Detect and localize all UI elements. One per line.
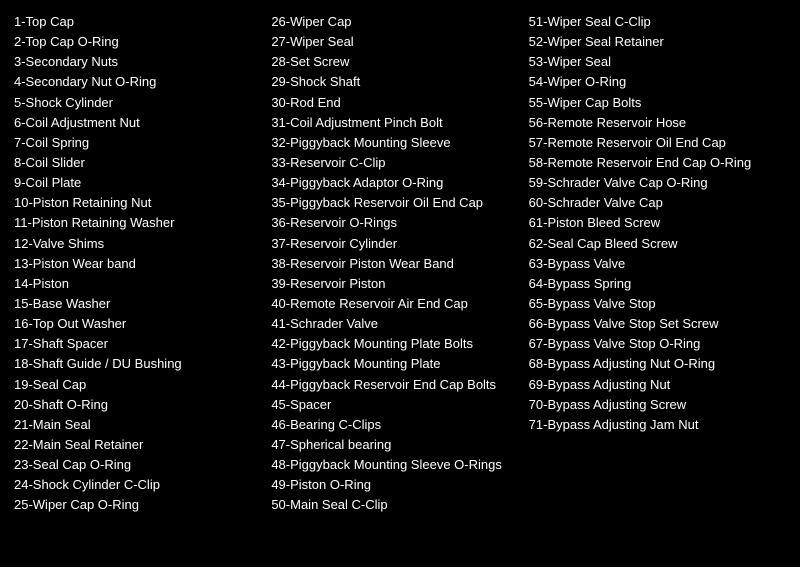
list-item: 42-Piggyback Mounting Plate Bolts <box>271 334 520 354</box>
list-item: 44-Piggyback Reservoir End Cap Bolts <box>271 375 520 395</box>
list-item: 71-Bypass Adjusting Jam Nut <box>529 415 778 435</box>
list-item: 46-Bearing C-Clips <box>271 415 520 435</box>
list-item: 64-Bypass Spring <box>529 274 778 294</box>
list-item: 60-Schrader Valve Cap <box>529 193 778 213</box>
list-item: 43-Piggyback Mounting Plate <box>271 354 520 374</box>
list-item: 41-Schrader Valve <box>271 314 520 334</box>
list-item: 30-Rod End <box>271 93 520 113</box>
list-item: 11-Piston Retaining Washer <box>14 213 263 233</box>
list-item: 1-Top Cap <box>14 12 263 32</box>
list-item: 27-Wiper Seal <box>271 32 520 52</box>
list-item: 3-Secondary Nuts <box>14 52 263 72</box>
list-item: 53-Wiper Seal <box>529 52 778 72</box>
list-item: 47-Spherical bearing <box>271 435 520 455</box>
list-item: 20-Shaft O-Ring <box>14 395 263 415</box>
list-item: 45-Spacer <box>271 395 520 415</box>
list-item: 38-Reservoir Piston Wear Band <box>271 254 520 274</box>
list-item: 35-Piggyback Reservoir Oil End Cap <box>271 193 520 213</box>
parts-list: 1-Top Cap2-Top Cap O-Ring3-Secondary Nut… <box>14 12 786 516</box>
list-item: 26-Wiper Cap <box>271 12 520 32</box>
list-item: 67-Bypass Valve Stop O-Ring <box>529 334 778 354</box>
list-item: 48-Piggyback Mounting Sleeve O-Rings <box>271 455 520 475</box>
list-item: 13-Piston Wear band <box>14 254 263 274</box>
list-item: 29-Shock Shaft <box>271 72 520 92</box>
list-item: 9-Coil Plate <box>14 173 263 193</box>
list-item: 32-Piggyback Mounting Sleeve <box>271 133 520 153</box>
list-item: 69-Bypass Adjusting Nut <box>529 375 778 395</box>
list-item: 8-Coil Slider <box>14 153 263 173</box>
list-item: 56-Remote Reservoir Hose <box>529 113 778 133</box>
column-3: 51-Wiper Seal C-Clip52-Wiper Seal Retain… <box>529 12 786 516</box>
list-item: 21-Main Seal <box>14 415 263 435</box>
list-item: 24-Shock Cylinder C-Clip <box>14 475 263 495</box>
list-item: 58-Remote Reservoir End Cap O-Ring <box>529 153 778 173</box>
list-item: 10-Piston Retaining Nut <box>14 193 263 213</box>
column-1: 1-Top Cap2-Top Cap O-Ring3-Secondary Nut… <box>14 12 271 516</box>
list-item: 2-Top Cap O-Ring <box>14 32 263 52</box>
list-item: 57-Remote Reservoir Oil End Cap <box>529 133 778 153</box>
list-item: 62-Seal Cap Bleed Screw <box>529 234 778 254</box>
list-item: 54-Wiper O-Ring <box>529 72 778 92</box>
list-item: 6-Coil Adjustment Nut <box>14 113 263 133</box>
list-item: 49-Piston O-Ring <box>271 475 520 495</box>
list-item: 61-Piston Bleed Screw <box>529 213 778 233</box>
list-item: 63-Bypass Valve <box>529 254 778 274</box>
list-item: 5-Shock Cylinder <box>14 93 263 113</box>
list-item: 68-Bypass Adjusting Nut O-Ring <box>529 354 778 374</box>
list-item: 17-Shaft Spacer <box>14 334 263 354</box>
list-item: 65-Bypass Valve Stop <box>529 294 778 314</box>
list-item: 59-Schrader Valve Cap O-Ring <box>529 173 778 193</box>
list-item: 33-Reservoir C-Clip <box>271 153 520 173</box>
list-item: 19-Seal Cap <box>14 375 263 395</box>
list-item: 40-Remote Reservoir Air End Cap <box>271 294 520 314</box>
list-item: 16-Top Out Washer <box>14 314 263 334</box>
list-item: 66-Bypass Valve Stop Set Screw <box>529 314 778 334</box>
column-2: 26-Wiper Cap27-Wiper Seal28-Set Screw29-… <box>271 12 528 516</box>
list-item: 4-Secondary Nut O-Ring <box>14 72 263 92</box>
list-item: 23-Seal Cap O-Ring <box>14 455 263 475</box>
list-item: 14-Piston <box>14 274 263 294</box>
list-item: 50-Main Seal C-Clip <box>271 495 520 515</box>
list-item: 34-Piggyback Adaptor O-Ring <box>271 173 520 193</box>
list-item: 7-Coil Spring <box>14 133 263 153</box>
list-item: 31-Coil Adjustment Pinch Bolt <box>271 113 520 133</box>
list-item: 39-Reservoir Piston <box>271 274 520 294</box>
list-item: 25-Wiper Cap O-Ring <box>14 495 263 515</box>
list-item: 36-Reservoir O-Rings <box>271 213 520 233</box>
list-item: 18-Shaft Guide / DU Bushing <box>14 354 263 374</box>
list-item: 12-Valve Shims <box>14 234 263 254</box>
list-item: 51-Wiper Seal C-Clip <box>529 12 778 32</box>
list-item: 55-Wiper Cap Bolts <box>529 93 778 113</box>
list-item: 22-Main Seal Retainer <box>14 435 263 455</box>
list-item: 15-Base Washer <box>14 294 263 314</box>
list-item: 28-Set Screw <box>271 52 520 72</box>
list-item: 70-Bypass Adjusting Screw <box>529 395 778 415</box>
list-item: 52-Wiper Seal Retainer <box>529 32 778 52</box>
list-item: 37-Reservoir Cylinder <box>271 234 520 254</box>
